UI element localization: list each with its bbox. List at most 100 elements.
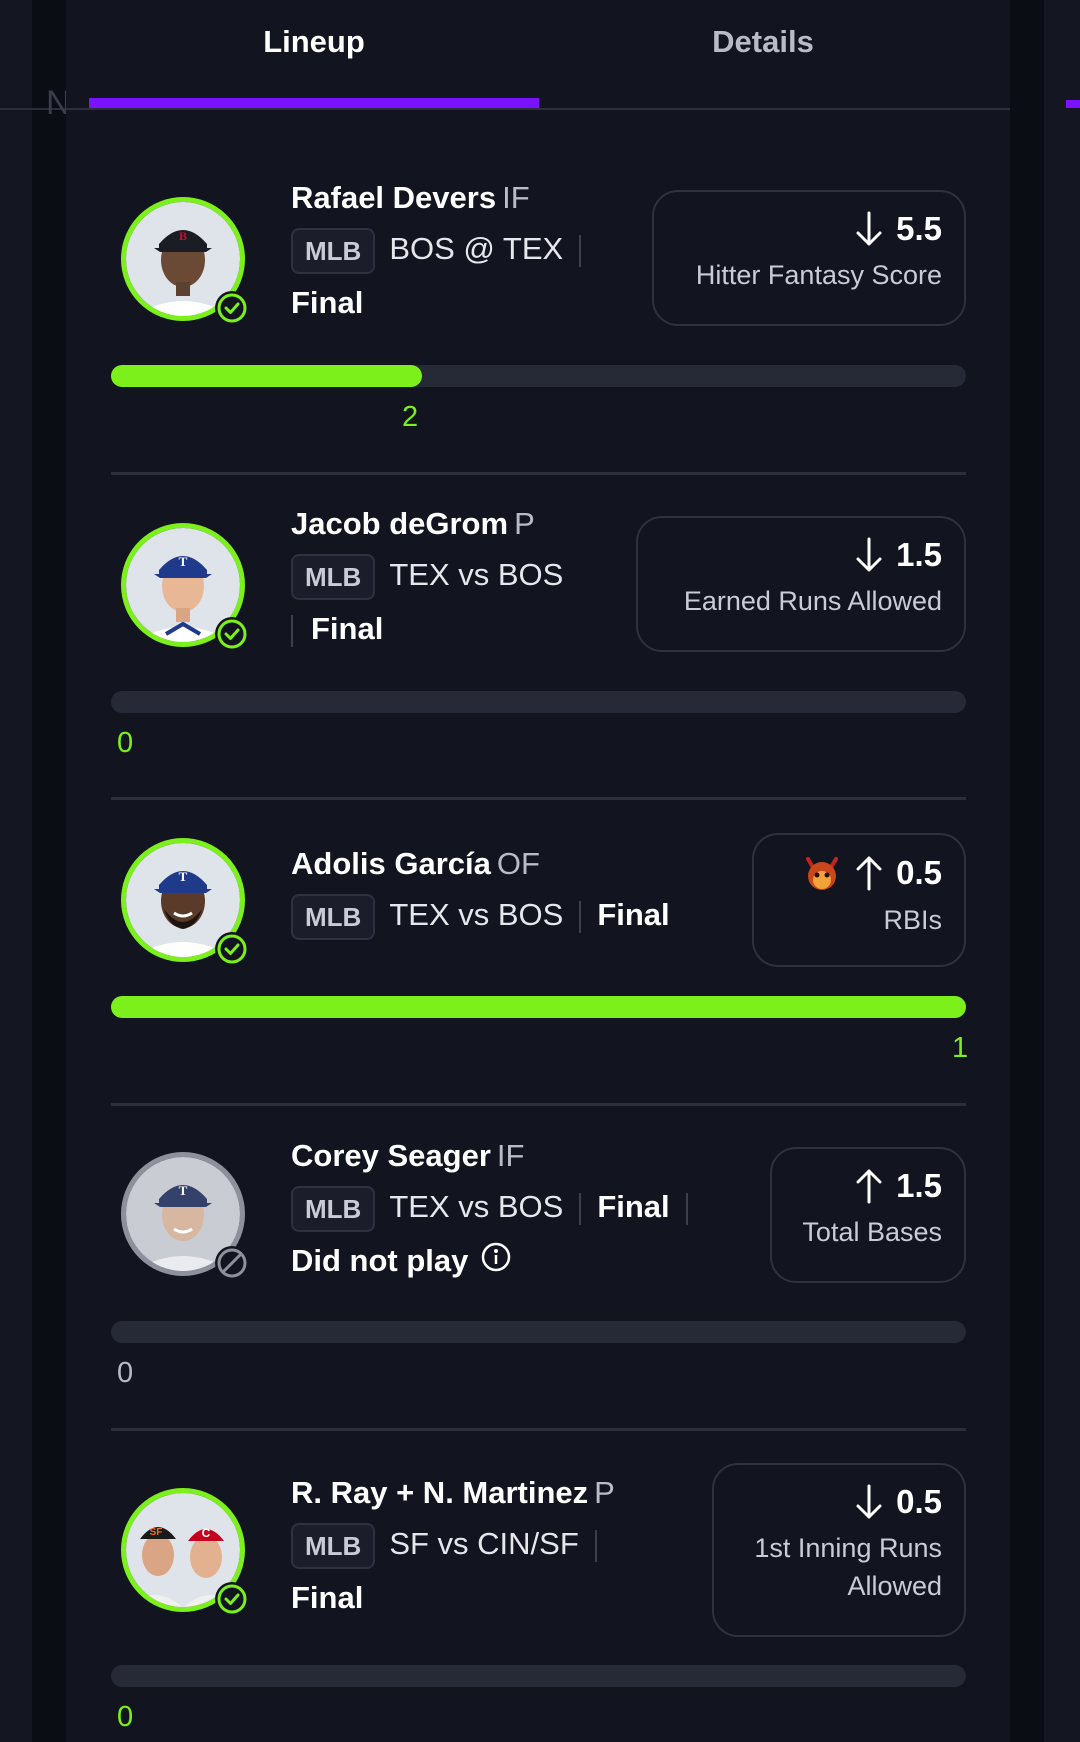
player-name: Jacob deGrom P	[291, 506, 563, 542]
game-status: Final	[291, 285, 364, 320]
player-name: Adolis García OF	[291, 846, 670, 882]
league-badge: MLB	[291, 893, 376, 940]
league-badge: MLB	[291, 227, 376, 274]
pick-info: R. Ray + N. Martinez P MLB SF vs CIN/SF Fi…	[291, 1475, 615, 1625]
player-name-text: Adolis García	[291, 846, 491, 881]
matchup: BOS @ TEX	[389, 231, 564, 266]
pick-info: Jacob deGrom P MLB TEX vs BOS Final	[291, 506, 563, 656]
check-circle-icon	[215, 617, 249, 651]
arrow-down-icon	[856, 537, 882, 572]
stat-type-line-2: Allowed	[847, 1571, 942, 1601]
stat-type-line-1: 1st Inning Runs	[754, 1533, 942, 1563]
player-position: OF	[496, 846, 540, 881]
svg-text:T: T	[179, 869, 188, 884]
demon-icon	[806, 857, 839, 890]
player-name-text: Jacob deGrom	[291, 506, 509, 541]
tab-lineup[interactable]: Lineup	[89, 0, 539, 108]
tab-bar: Lineup Details	[66, 0, 1010, 110]
matchup: TEX vs BOS	[389, 1189, 564, 1224]
game-status-row: Final	[291, 276, 597, 330]
separator	[291, 614, 293, 647]
pick-line-box[interactable]: 5.5 Hitter Fantasy Score	[652, 190, 966, 326]
arrow-down-icon	[856, 211, 882, 246]
lineup-sheet: Lineup Details B Rafael Devers IF MLB BO…	[66, 0, 1010, 1742]
arrow-up-icon	[856, 1169, 882, 1204]
background-panel-right	[1044, 0, 1080, 1742]
progress-value: 0	[117, 727, 134, 759]
game-meta: MLB SF vs CIN/SF	[291, 1517, 615, 1571]
svg-text:T: T	[179, 554, 188, 569]
game-status: Final	[291, 1580, 364, 1615]
card-divider	[111, 472, 966, 475]
check-circle-icon	[215, 291, 249, 325]
arrow-down-icon	[856, 1484, 882, 1519]
progress-value: 2	[402, 401, 419, 433]
game-status-row: Final	[291, 602, 563, 656]
tab-active-indicator	[89, 98, 539, 108]
check-circle-icon	[215, 932, 249, 966]
line-value: 5.5	[896, 210, 942, 247]
progress-track	[111, 1665, 966, 1687]
league-badge: MLB	[291, 553, 376, 600]
player-name: Rafael Devers IF	[291, 180, 597, 216]
player-name-text: Corey Seager	[291, 1138, 491, 1173]
svg-text:C: C	[202, 1526, 211, 1540]
line-value: 0.5	[896, 1483, 942, 1520]
game-meta: MLB TEX vs BOS	[291, 548, 563, 602]
matchup: TEX vs BOS	[389, 897, 564, 932]
game-status: Final	[597, 897, 670, 932]
pick-info: Rafael Devers IF MLB BOS @ TEX Final	[291, 180, 597, 330]
pick-line: 0.5	[736, 1483, 942, 1521]
arrow-up-icon	[856, 856, 882, 891]
pick-line-box[interactable]: 1.5 Earned Runs Allowed	[636, 516, 966, 652]
svg-text:SF: SF	[150, 1527, 163, 1538]
pick-line: 5.5	[676, 210, 942, 248]
matchup: SF vs CIN/SF	[389, 1526, 579, 1561]
stat-type: Hitter Fantasy Score	[695, 260, 942, 290]
progress-value: 1	[952, 1032, 969, 1064]
matchup: TEX vs BOS	[389, 557, 564, 592]
separator	[579, 900, 582, 933]
game-meta: MLB TEX vs BOS Final	[291, 1180, 704, 1234]
line-value: 1.5	[896, 1167, 942, 1204]
pick-line-box[interactable]: 0.5 1st Inning Runs Allowed	[712, 1463, 966, 1637]
stat-type: Total Bases	[802, 1217, 942, 1247]
line-value: 0.5	[896, 854, 942, 891]
progress-track	[111, 691, 966, 713]
game-meta: MLB TEX vs BOS Final	[291, 888, 670, 942]
player-name-text: R. Ray + N. Martinez	[291, 1475, 589, 1510]
card-divider	[111, 1103, 966, 1106]
progress-track	[111, 1321, 966, 1343]
player-avatar: T	[121, 523, 249, 651]
progress-fill	[111, 365, 422, 387]
stat-type: 1st Inning Runs Allowed	[736, 1529, 942, 1605]
game-status: Final	[597, 1189, 670, 1224]
pick-line-box[interactable]: 1.5 Total Bases	[770, 1147, 966, 1283]
pick-line: 1.5	[660, 536, 942, 574]
player-avatar: T	[121, 838, 249, 966]
progress-track	[111, 365, 966, 387]
pick-line-box[interactable]: 0.5 RBIs	[752, 833, 966, 967]
game-status: Final	[311, 611, 384, 646]
card-divider	[111, 1428, 966, 1431]
player-name-text: Rafael Devers	[291, 180, 497, 215]
player-position: P	[594, 1475, 615, 1510]
pick-info: Adolis García OF MLB TEX vs BOS Final	[291, 846, 670, 942]
progress-track	[111, 996, 966, 1018]
separator	[579, 234, 582, 267]
league-badge: MLB	[291, 1185, 376, 1232]
game-meta: MLB BOS @ TEX	[291, 222, 597, 276]
tab-details[interactable]: Details	[538, 0, 988, 108]
player-name: R. Ray + N. Martinez P	[291, 1475, 615, 1511]
pick-info: Corey Seager IF MLB TEX vs BOS Final Did no…	[291, 1138, 704, 1290]
tab-divider	[66, 108, 1010, 110]
pick-line: 1.5	[794, 1167, 942, 1205]
svg-text:B: B	[179, 229, 187, 243]
not-played-icon	[215, 1246, 249, 1280]
svg-text:T: T	[179, 1183, 188, 1198]
player-position: IF	[496, 1138, 525, 1173]
info-icon[interactable]	[480, 1236, 512, 1290]
progress-fill	[111, 996, 966, 1018]
background-panel-left	[0, 0, 32, 1742]
stat-type: RBIs	[883, 905, 942, 935]
